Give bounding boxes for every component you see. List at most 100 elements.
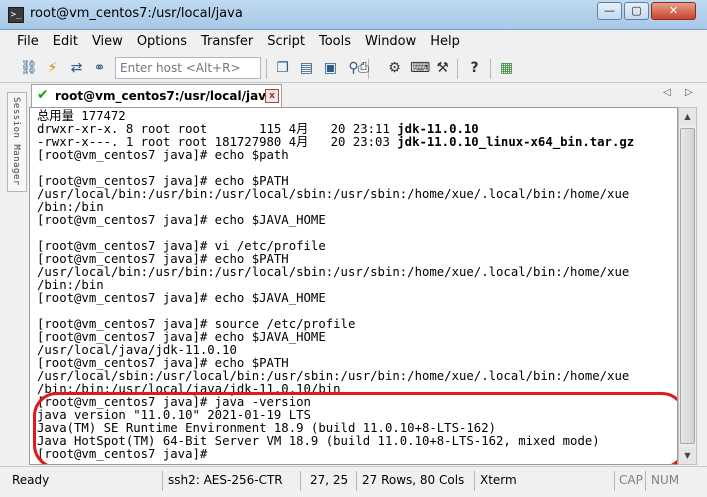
help-icon[interactable]: ? bbox=[466, 60, 483, 77]
keyboard-icon[interactable]: ⌨ bbox=[410, 60, 430, 77]
terminal-line: /bin:/bin bbox=[37, 201, 104, 214]
toolbar: ⛓ ⚡ ⇄ ⚭ ❐ ▤ ▣ ⚲ ⎙ ⚙ ⌨ ⚒ ? ▦ bbox=[0, 53, 707, 83]
title-bar: >_ root@vm_centos7:/usr/local/java — ▢ ✕ bbox=[0, 0, 707, 30]
menu-options[interactable]: Options bbox=[137, 34, 187, 49]
terminal-text: [root@vm_centos7 java]# java -version bbox=[37, 395, 311, 409]
terminal-text: [root@vm_centos7 java]# bbox=[37, 447, 215, 461]
terminal-text: /bin:/bin:/usr/local/java/jdk-11.0.10/bi… bbox=[37, 382, 341, 396]
paste-icon[interactable]: ▤ bbox=[298, 60, 315, 77]
minimize-button[interactable]: — bbox=[597, 2, 622, 20]
maximize-button[interactable]: ▢ bbox=[624, 2, 649, 20]
menu-script[interactable]: Script bbox=[267, 34, 305, 49]
terminal-area[interactable]: [root@vm_centos7 java]# Java HotSpot(TM)… bbox=[29, 107, 678, 465]
reconnect-icon[interactable]: ⇄ bbox=[68, 60, 85, 77]
terminal-line: Java(TM) SE Runtime Environment 18.9 (bu… bbox=[37, 422, 496, 435]
clipboard-icon[interactable]: ▣ bbox=[322, 60, 339, 77]
terminal-text: [root@vm_centos7 java]# echo $path bbox=[37, 148, 289, 162]
terminal-text: /bin:/bin bbox=[37, 200, 104, 214]
tab-scroll-right-icon[interactable]: ▷ bbox=[685, 87, 693, 98]
copy-icon[interactable]: ❐ bbox=[274, 60, 291, 77]
terminal-line: /usr/local/java/jdk-11.0.10 bbox=[37, 344, 237, 357]
terminal-line: [root@vm_centos7 java]# echo $JAVA_HOME bbox=[37, 331, 326, 344]
terminal-line: [root@vm_centos7 java]# java -version bbox=[37, 396, 311, 409]
terminal-line: [root@vm_centos7 java]# bbox=[37, 448, 215, 461]
print-icon[interactable]: ⎙ bbox=[355, 60, 372, 77]
tab-close-icon[interactable]: x bbox=[265, 89, 279, 103]
terminal-line: 总用量 177472 bbox=[37, 110, 126, 123]
menu-view[interactable]: View bbox=[92, 34, 123, 49]
status-cursor: 27, 25 bbox=[310, 473, 349, 487]
session-manager-tab[interactable]: Session Manager bbox=[7, 92, 27, 192]
quick-connect-icon[interactable]: ⚡ bbox=[44, 60, 61, 77]
keymap-icon[interactable]: ⚒ bbox=[434, 60, 451, 77]
status-divider bbox=[614, 471, 615, 491]
toolbar-separator bbox=[490, 59, 491, 79]
close-button[interactable]: ✕ bbox=[651, 2, 696, 20]
terminal-text: /usr/local/sbin:/usr/local/bin:/usr/sbin… bbox=[37, 369, 630, 383]
tab-session[interactable]: ✔ root@vm_centos7:/usr/local/java x bbox=[31, 84, 282, 107]
terminal-text: /usr/local/bin:/usr/bin:/usr/local/sbin:… bbox=[37, 187, 630, 201]
terminal-text: /bin:/bin bbox=[37, 278, 104, 292]
status-bar: Ready ssh2: AES-256-CTR 27, 25 27 Rows, … bbox=[0, 466, 707, 497]
window-title: root@vm_centos7:/usr/local/java bbox=[30, 6, 243, 21]
terminal-line: [root@vm_centos7 java]# source /etc/prof… bbox=[37, 318, 355, 331]
status-size: 27 Rows, 80 Cols bbox=[362, 473, 465, 487]
terminal-line: [root@vm_centos7 java]# echo $JAVA_HOME bbox=[37, 214, 326, 227]
terminal-text: -rwxr-x---. 1 root root 181727980 4月 20 … bbox=[37, 135, 398, 149]
terminal-line: /usr/local/sbin:/usr/local/bin:/usr/sbin… bbox=[37, 370, 629, 383]
menu-transfer[interactable]: Transfer bbox=[201, 34, 253, 49]
terminal-text: 总用量 177472 bbox=[37, 109, 126, 123]
terminal-text: [root@vm_centos7 java]# source /etc/prof… bbox=[37, 317, 356, 331]
terminal-text: [root@vm_centos7 java]# echo $JAVA_HOME bbox=[37, 291, 326, 305]
status-ready: Ready bbox=[12, 473, 50, 487]
host-input[interactable] bbox=[115, 57, 261, 79]
tab-scroll-left-icon[interactable]: ◁ bbox=[663, 87, 671, 98]
menu-edit[interactable]: Edit bbox=[53, 34, 78, 49]
terminal-text: [root@vm_centos7 java]# echo $PATH bbox=[37, 174, 289, 188]
terminal-line: drwxr-xr-x. 8 root root 115 4月 20 23:11 … bbox=[37, 123, 479, 136]
terminal-line: [root@vm_centos7 java]# echo $path bbox=[37, 149, 289, 162]
terminal-text: Java(TM) SE Runtime Environment 18.9 (bu… bbox=[37, 421, 497, 435]
tab-strip: ✔ root@vm_centos7:/usr/local/java x ◁ ▷ bbox=[29, 83, 707, 107]
terminal-line: /usr/local/bin:/usr/bin:/usr/local/sbin:… bbox=[37, 188, 629, 201]
menu-help[interactable]: Help bbox=[430, 34, 460, 49]
terminal-text: /usr/local/java/jdk-11.0.10 bbox=[37, 343, 237, 357]
terminal-text: [root@vm_centos7 java]# echo $PATH bbox=[37, 356, 289, 370]
vertical-scrollbar[interactable]: ▲ ▼ bbox=[678, 107, 697, 465]
status-divider bbox=[162, 471, 163, 491]
status-caps: CAP bbox=[619, 473, 643, 487]
terminal-text: [root@vm_centos7 java]# echo $JAVA_HOME bbox=[37, 330, 326, 344]
toolbar-separator bbox=[457, 59, 458, 79]
connect-icon[interactable]: ⛓ bbox=[20, 60, 38, 77]
scroll-down-icon[interactable]: ▼ bbox=[679, 447, 696, 464]
menu-tools[interactable]: Tools bbox=[319, 34, 351, 49]
terminal-text: [root@vm_centos7 java]# echo $JAVA_HOME bbox=[37, 213, 326, 227]
terminal-line: Java HotSpot(TM) 64-Bit Server VM 18.9 (… bbox=[37, 435, 600, 448]
terminal-line: /usr/local/bin:/usr/bin:/usr/local/sbin:… bbox=[37, 266, 629, 279]
scrollbar-thumb[interactable] bbox=[680, 128, 695, 444]
settings-icon[interactable]: ⚙ bbox=[386, 60, 403, 77]
sftp-icon[interactable]: ▦ bbox=[498, 60, 515, 77]
scroll-up-icon[interactable]: ▲ bbox=[679, 108, 696, 125]
status-divider bbox=[645, 471, 646, 491]
terminal-line: /bin:/bin:/usr/local/java/jdk-11.0.10/bi… bbox=[37, 383, 341, 396]
status-divider bbox=[356, 471, 357, 491]
terminal-text: [root@vm_centos7 java]# echo $PATH bbox=[37, 252, 289, 266]
connected-check-icon: ✔ bbox=[37, 87, 49, 103]
status-num: NUM bbox=[651, 473, 680, 487]
terminal-text: Java HotSpot(TM) 64-Bit Server VM 18.9 (… bbox=[37, 434, 600, 448]
terminal-line: /bin:/bin bbox=[37, 279, 104, 292]
session-manager-label: Session Manager bbox=[11, 97, 21, 186]
terminal-line: java version "11.0.10" 2021-01-19 LTS bbox=[37, 409, 311, 422]
terminal-text: jdk-11.0.10_linux-x64_bin.tar.gz bbox=[397, 135, 635, 149]
menu-file[interactable]: File bbox=[17, 34, 39, 49]
terminal-icon: >_ bbox=[8, 7, 24, 23]
terminal-line: [root@vm_centos7 java]# echo $PATH bbox=[37, 253, 289, 266]
terminal-line: -rwxr-x---. 1 root root 181727980 4月 20 … bbox=[37, 136, 634, 149]
terminal-text: [root@vm_centos7 java]# vi /etc/profile bbox=[37, 239, 326, 253]
disconnect-icon[interactable]: ⚭ bbox=[91, 60, 108, 77]
terminal-line: [root@vm_centos7 java]# echo $PATH bbox=[37, 357, 289, 370]
terminal-text: /usr/local/bin:/usr/bin:/usr/local/sbin:… bbox=[37, 265, 630, 279]
menu-window[interactable]: Window bbox=[365, 34, 416, 49]
status-encryption: ssh2: AES-256-CTR bbox=[168, 473, 283, 487]
